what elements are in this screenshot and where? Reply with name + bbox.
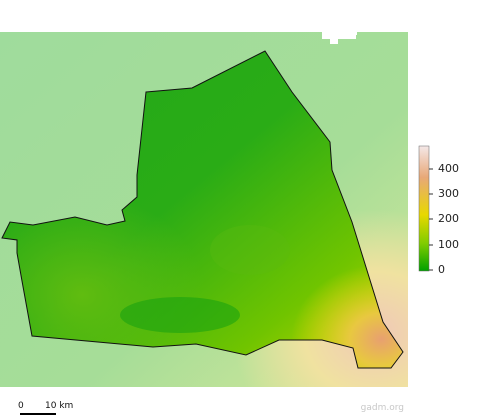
elevation-map <box>0 30 433 415</box>
scale-end-label: 10 km <box>45 401 74 411</box>
legend-colorbar <box>418 145 430 272</box>
scale-start-label: 0 <box>18 401 24 411</box>
legend-ticks <box>429 168 433 271</box>
legend-tick-label-200: 200 <box>438 212 459 225</box>
legend-tick-label-100: 100 <box>438 238 459 251</box>
legend-tick-label-400: 400 <box>438 162 459 175</box>
legend-tick-label-300: 300 <box>438 187 459 200</box>
credit-watermark: gadm.org <box>360 403 404 413</box>
legend-tick-label-0: 0 <box>438 263 445 276</box>
